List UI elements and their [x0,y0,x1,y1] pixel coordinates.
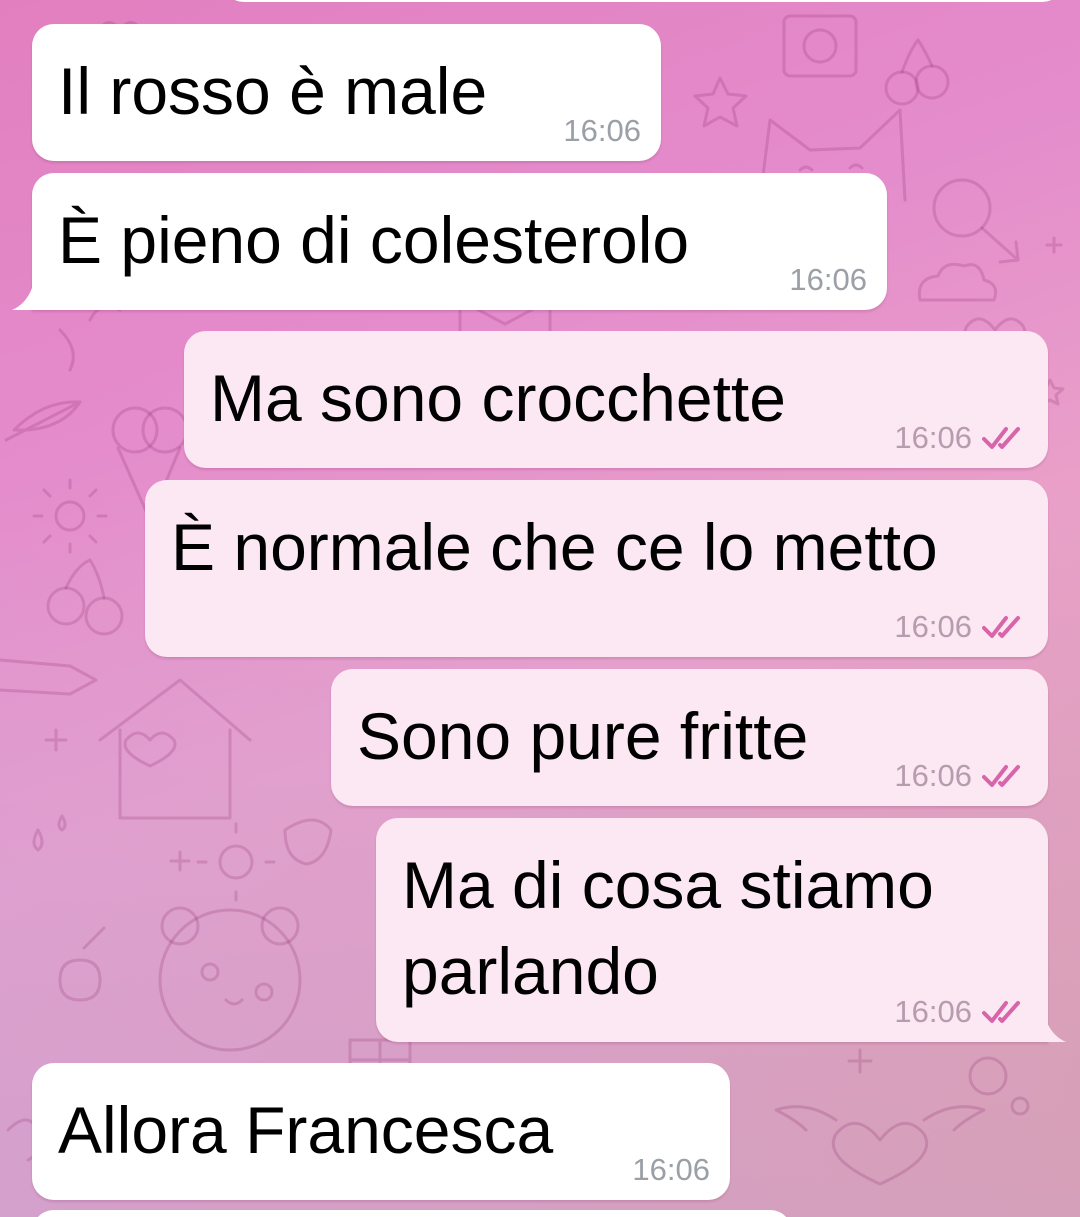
message-bubble-outgoing[interactable]: Ma sono crocchette 16:06 [184,331,1048,468]
bubble-tail-left [12,288,32,310]
message-meta: 16:06 [632,1152,710,1188]
double-check-icon [982,765,1020,787]
ribbon-doodle [58,305,122,372]
message-meta: 16:06 [894,994,1028,1030]
message-meta: 16:06 [894,758,1028,794]
message-meta: 16:06 [563,113,641,149]
sun-doodle [32,478,108,554]
partial-message-bubble-bottom [32,1210,792,1217]
message-time: 16:06 [894,609,972,644]
cherries-left-doodle [46,558,124,636]
message-text: È normale che ce lo metto [171,510,938,584]
message-text: Ma sono crocchette [210,361,786,435]
cloud-doodle [917,262,998,302]
drop-doodle [32,814,67,852]
partial-message-bubble-top [222,0,1064,2]
feather-doodle [4,400,82,442]
message-bubble-outgoing[interactable]: È normale che ce lo metto 16:06 [145,480,1048,657]
message-meta: 16:06 [789,262,867,298]
star-doodle [693,76,748,128]
message-time: 16:06 [894,758,972,793]
birdhouse-doodle [98,678,252,820]
bubble-small-doodle [1010,1096,1030,1116]
message-text: È pieno di colesterolo [58,203,690,277]
double-check-icon [982,616,1020,638]
message-bubble-outgoing[interactable]: Sono pure fritte 16:06 [331,669,1048,806]
message-bubble-outgoing[interactable]: Ma di cosa stiamo parlando 16:06 [376,818,1048,1042]
bubble-doodle [968,1056,1008,1096]
bubble-tail-right [1046,1020,1066,1042]
strawberry-doodle [283,818,333,866]
bear-doodle [158,906,302,1052]
message-text: Sono pure fritte [357,699,809,773]
sun-middle-doodle [196,822,276,902]
winged-heart-doodle [774,1105,986,1186]
message-time: 16:06 [894,420,972,455]
message-meta: 16:06 [894,420,1028,456]
stamp-doodle [782,14,858,78]
message-time: 16:06 [894,994,972,1029]
double-check-icon [982,1001,1020,1023]
message-bubble-incoming[interactable]: Allora Francesca 16:06 [32,1063,730,1200]
message-meta: 16:06 [894,609,1028,645]
message-bubble-incoming[interactable]: Il rosso è male 16:06 [32,24,661,161]
male-symbol-doodle [932,178,1020,264]
message-bubble-incoming[interactable]: È pieno di colesterolo 16:06 [32,173,887,310]
cherries-doodle [884,38,950,106]
candy-doodle [58,926,106,1002]
message-text: Ma di cosa stiamo parlando [402,848,934,1008]
love-banner-doodle [0,658,98,696]
message-time: 16:06 [789,262,867,297]
message-text: Allora Francesca [58,1093,554,1167]
message-time: 16:06 [632,1152,710,1187]
double-check-icon [982,427,1020,449]
message-time: 16:06 [563,113,641,148]
message-text: Il rosso è male [58,54,488,128]
